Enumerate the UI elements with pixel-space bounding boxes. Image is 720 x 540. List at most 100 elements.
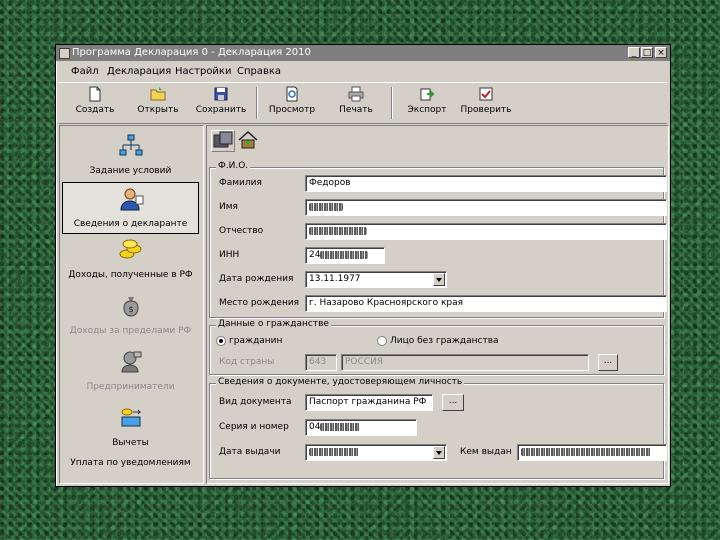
coins-icon [119, 239, 142, 259]
export-button-label: Экспорт [407, 105, 447, 115]
app-icon [59, 48, 70, 59]
issued-by-field[interactable] [517, 444, 667, 461]
menu-file[interactable]: Файл [71, 66, 99, 77]
menu-settings[interactable]: Настройки [175, 66, 231, 77]
minimize-button[interactable]: _ [628, 47, 640, 58]
inn-value: 24 [309, 250, 321, 260]
inn-field[interactable]: 24 [305, 247, 385, 264]
open-folder-icon [150, 87, 166, 101]
series-field[interactable]: 04 [305, 419, 417, 436]
toolbar-separator [256, 87, 258, 119]
country-browse-button[interactable]: ... [598, 354, 618, 371]
save-button[interactable]: Сохранить [194, 86, 248, 120]
sidebar-item-income-rf[interactable]: Доходы, полученные в РФ [62, 234, 199, 286]
issue-date-select[interactable] [305, 444, 447, 461]
fio-legend: Ф.И.О. [216, 161, 251, 171]
toolbar-separator [391, 87, 393, 119]
birthdate-value: 13.11.1977 [309, 274, 361, 284]
issue-date-label: Дата выдачи [219, 447, 281, 457]
birthplace-value: г. Назарово Красноярского края [309, 298, 464, 308]
chevron-down-icon[interactable] [433, 273, 445, 286]
patronymic-label: Отчество [219, 226, 264, 236]
sidebar-item-declarant[interactable]: Сведения о декларанте [62, 182, 199, 234]
id-document-group: Сведения о документе, удостоверяющем лич… [209, 377, 667, 479]
patronymic-field[interactable] [305, 223, 667, 240]
check-button[interactable]: Проверить [459, 86, 513, 120]
preview-icon [286, 86, 298, 102]
sidebar-item-conditions[interactable]: Задание условий [62, 130, 199, 182]
house-icon [238, 130, 258, 149]
print-button-label: Печать [339, 105, 373, 115]
redacted-issue-date [309, 447, 359, 456]
doctype-browse-button[interactable]: ... [442, 394, 464, 411]
window-title: Программа Декларация 0 - Декларация 2010 [72, 47, 311, 58]
printer-icon [348, 86, 364, 102]
person-card-icon [213, 131, 233, 148]
declarant-panel: Ф.И.О. Фамилия Федоров Имя Отчество ИНН … [206, 125, 669, 484]
issued-by-label: Кем выдан [460, 447, 512, 457]
open-button[interactable]: Открыть [131, 86, 185, 120]
new-document-icon [89, 86, 101, 102]
birthplace-label: Место рождения [219, 298, 300, 308]
new-button[interactable]: Создать [68, 86, 122, 120]
person-icon [120, 188, 144, 211]
preview-button-label: Просмотр [268, 105, 316, 115]
redacted-series [320, 422, 361, 431]
redacted-issued-by [521, 447, 651, 456]
surname-field[interactable]: Федоров [305, 175, 667, 192]
citizen-radio-label: гражданин [229, 336, 283, 346]
sidebar-item-label: Уплата по уведомлениям [70, 458, 191, 468]
fio-group: Ф.И.О. Фамилия Федоров Имя Отчество ИНН … [209, 161, 667, 318]
menu-declaration[interactable]: Декларация [107, 66, 171, 77]
series-label: Серия и номер [219, 422, 289, 432]
surname-label: Фамилия [219, 178, 262, 188]
series-value: 04 [309, 422, 321, 432]
country-name-value: РОССИЯ [345, 357, 384, 367]
citizen-radio[interactable] [216, 336, 226, 346]
title-bar[interactable]: Программа Декларация 0 - Декларация 2010… [56, 45, 670, 61]
name-field[interactable] [305, 199, 667, 216]
save-button-label: Сохранить [195, 105, 247, 115]
birthdate-label: Дата рождения [219, 274, 294, 284]
country-code-field[interactable]: 643 [305, 354, 337, 371]
check-icon [479, 87, 493, 101]
doctype-value: Паспорт гражданина РФ [309, 397, 427, 407]
surname-value: Федоров [309, 178, 351, 188]
close-button[interactable]: × [655, 47, 667, 58]
deductions-icon [121, 408, 142, 427]
sidebar-item-notifications[interactable]: Уплата по уведомлениям [62, 444, 199, 472]
print-button[interactable]: Печать [329, 86, 383, 120]
network-icon [119, 134, 143, 156]
citizenship-legend: Данные о гражданстве [216, 319, 331, 329]
export-button[interactable]: Экспорт [400, 86, 454, 120]
sidebar-item-income-abroad[interactable]: $ Доходы за пределами РФ [62, 290, 199, 342]
redacted-inn [320, 250, 369, 259]
birthdate-select[interactable]: 13.11.1977 [305, 271, 447, 288]
chevron-down-icon[interactable] [433, 446, 445, 459]
declarant-house-tab[interactable] [237, 130, 261, 152]
name-label: Имя [219, 202, 238, 212]
toolbar: Создать Открыть Сохранить Просмотр Печат… [59, 82, 667, 124]
preview-button[interactable]: Просмотр [265, 86, 319, 120]
menu-bar: Файл Декларация Настройки Справка [56, 63, 670, 81]
sidebar-item-label: Доходы, полученные в РФ [68, 270, 193, 280]
redacted-patronymic [309, 226, 367, 235]
maximize-button[interactable]: □ [641, 47, 653, 58]
sidebar-item-entrepreneurs[interactable]: Предприниматели [62, 346, 199, 398]
birthplace-field[interactable]: г. Назарово Красноярского края [305, 295, 667, 312]
entrepreneur-icon [121, 351, 142, 373]
svg-text:$: $ [128, 305, 133, 314]
citizenship-group: Данные о гражданстве гражданин Лицо без … [209, 319, 664, 375]
menu-help[interactable]: Справка [237, 66, 281, 77]
declarant-person-tab[interactable] [211, 130, 235, 152]
sidebar: Задание условий Сведения о декларанте До… [59, 125, 204, 484]
sidebar-item-label: Задание условий [89, 166, 172, 176]
redacted-name [309, 202, 343, 211]
doctype-field[interactable]: Паспорт гражданина РФ [305, 394, 433, 411]
stateless-radio[interactable] [377, 336, 387, 346]
doctype-label: Вид документа [219, 397, 292, 407]
open-button-label: Открыть [137, 105, 179, 115]
country-name-field[interactable]: РОССИЯ [341, 354, 589, 371]
id-document-legend: Сведения о документе, удостоверяющем лич… [216, 377, 465, 387]
new-button-label: Создать [75, 105, 115, 115]
